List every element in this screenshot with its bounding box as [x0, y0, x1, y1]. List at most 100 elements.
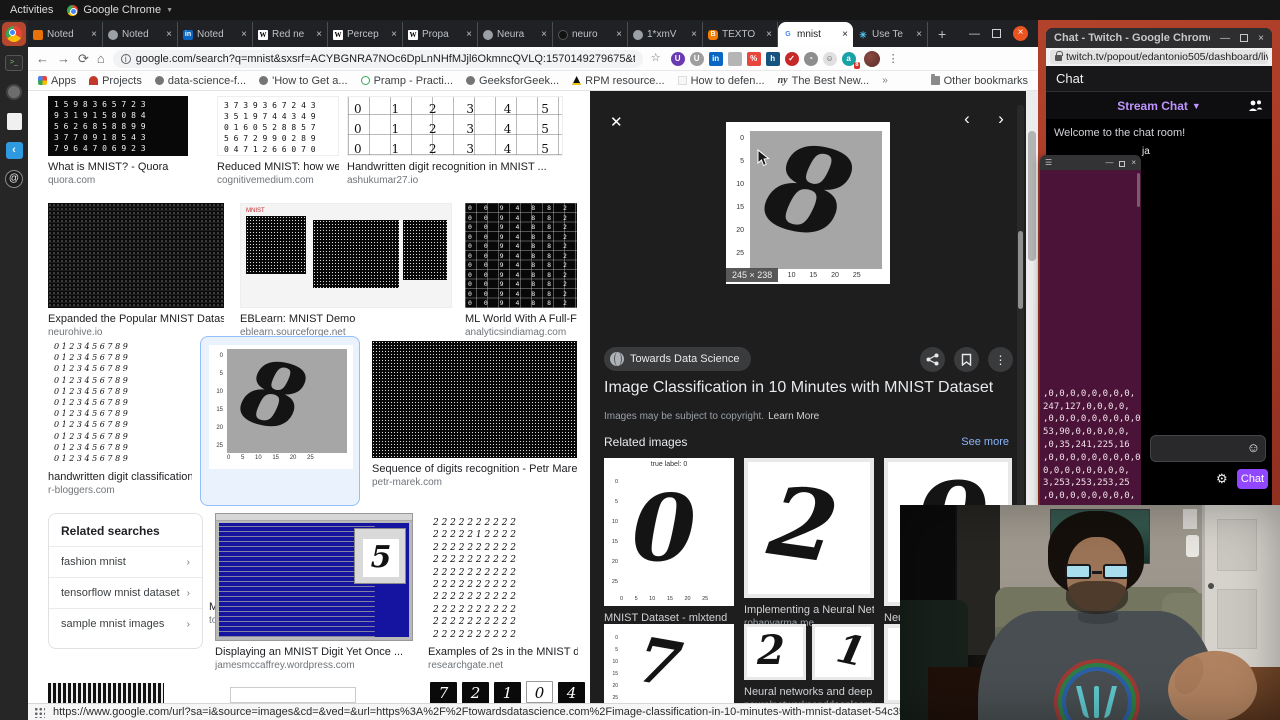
extension-icon[interactable]: %: [746, 51, 761, 66]
tab-close-icon[interactable]: ×: [466, 29, 472, 40]
bookmark-rpm[interactable]: RPM resource...: [572, 75, 665, 87]
tab-1xmv[interactable]: 1*xmV ×: [628, 22, 703, 47]
bookmark-star-icon[interactable]: ☆: [651, 53, 661, 64]
extension-icon[interactable]: U: [670, 51, 685, 66]
tab-use-te[interactable]: ✳ Use Te ×: [853, 22, 928, 47]
menu-icon[interactable]: ☰: [1045, 158, 1052, 167]
tab-close-icon[interactable]: ×: [316, 29, 322, 40]
profile-avatar[interactable]: [863, 50, 880, 67]
app-menu[interactable]: Google Chrome ▼: [67, 4, 173, 16]
maximize-button[interactable]: [992, 29, 1001, 38]
related-search-sample-images[interactable]: sample mnist images ›: [49, 609, 202, 639]
tab-neura[interactable]: Neura ×: [478, 22, 553, 47]
tab-propa[interactable]: W Propa ×: [403, 22, 478, 47]
related-search-fashion-mnist[interactable]: fashion mnist ›: [49, 547, 202, 578]
preview-image[interactable]: 0 5 10 15 20 25 8 0 5 10 15 20 25: [726, 122, 890, 284]
minimize-button[interactable]: —: [1220, 33, 1230, 44]
dock-obs-icon[interactable]: @: [2, 167, 26, 191]
dock-chrome-icon[interactable]: [2, 22, 26, 46]
tab-noted-2[interactable]: Noted ×: [103, 22, 178, 47]
page-info-icon[interactable]: i: [120, 53, 131, 64]
extension-icon[interactable]: ✓: [784, 51, 799, 66]
bookmark-how-to-defend[interactable]: How to defen...: [677, 75, 765, 87]
bookmark-data-science[interactable]: data-science-f...: [154, 75, 246, 87]
result-item[interactable]: 1 5 9 8 3 6 5 7 2 3 9 3 1 9 1 5 8 0 8 4 …: [48, 96, 188, 186]
tab-close-icon[interactable]: ×: [391, 29, 397, 40]
related-image-card[interactable]: 0 5 10 15 20 25 7: [604, 624, 734, 703]
preview-title[interactable]: Image Classification in 10 Minutes with …: [604, 379, 1009, 397]
viewers-icon[interactable]: [1248, 99, 1263, 112]
dock-terminal-icon[interactable]: >_: [2, 51, 26, 75]
source-pill[interactable]: Towards Data Science: [604, 347, 752, 371]
tab-close-icon[interactable]: ×: [691, 29, 697, 40]
twitch-address-bar[interactable]: twitch.tv/popout/edantonio505/dashboard/…: [1050, 50, 1268, 64]
selected-result-item[interactable]: 0 5 10 15 20 25 8 0 5 10 15 20 25 MNIST …: [200, 336, 360, 626]
other-bookmarks[interactable]: Other bookmarks: [930, 74, 1028, 87]
new-tab-button[interactable]: +: [928, 22, 956, 47]
dock-vscode-icon[interactable]: ‹: [2, 138, 26, 162]
see-more-link[interactable]: See more: [961, 436, 1009, 448]
more-options-button[interactable]: ⋮: [988, 347, 1013, 372]
bookmark-projects[interactable]: Projects: [89, 75, 142, 87]
result-item[interactable]: 2 2 2 2 2 2 2 2 2 2 2 2 2 2 2 1 2 2 2 2 …: [428, 515, 578, 671]
twitch-titlebar[interactable]: Chat - Twitch - Google Chrome — ×: [1046, 28, 1272, 48]
terminal-titlebar[interactable]: ☰ — ×: [1040, 155, 1141, 170]
partial-result-thumbnail[interactable]: [230, 687, 356, 703]
scrollbar-thumb[interactable]: [1018, 231, 1023, 309]
forward-icon[interactable]: →: [57, 52, 70, 65]
minimize-button[interactable]: —: [969, 28, 980, 40]
tab-noted-1[interactable]: Noted ×: [28, 22, 103, 47]
apps-grid-icon[interactable]: [34, 706, 45, 718]
extension-icon[interactable]: a8: [841, 51, 860, 69]
tab-red-ne[interactable]: W Red ne ×: [253, 22, 328, 47]
tab-texto[interactable]: B TEXTO ×: [703, 22, 778, 47]
dock-files-icon[interactable]: [2, 109, 26, 133]
result-item[interactable]: Expanded the Popular MNIST Dataset ... n…: [48, 203, 224, 338]
related-image-card[interactable]: 2 1 Neural networks and deep lear... neu…: [744, 624, 874, 703]
stream-chat-selector[interactable]: Stream Chat ▼: [1046, 92, 1272, 119]
tab-close-icon[interactable]: ×: [842, 29, 848, 40]
partial-result-thumbnail[interactable]: [48, 683, 164, 703]
tab-close-icon[interactable]: ×: [766, 29, 772, 40]
terminal-scrollbar[interactable]: [1137, 173, 1140, 207]
emote-icon[interactable]: ☺: [1247, 440, 1260, 455]
bookmark-best-new[interactable]: ny The Best New...: [778, 75, 870, 87]
scrollbar-thumb[interactable]: [1028, 131, 1036, 261]
tab-noted-3[interactable]: in Noted ×: [178, 22, 253, 47]
chrome-menu-icon[interactable]: ⋮: [888, 52, 899, 65]
extension-icon[interactable]: ◔: [803, 51, 818, 66]
dock-screenshot-icon[interactable]: [2, 80, 26, 104]
minimize-button[interactable]: —: [1105, 158, 1113, 167]
reload-icon[interactable]: ⟳: [78, 52, 89, 65]
bookmarks-overflow-icon[interactable]: »: [882, 75, 888, 86]
activities-button[interactable]: Activities: [10, 4, 53, 16]
tab-close-icon[interactable]: ×: [91, 29, 97, 40]
tab-close-icon[interactable]: ×: [616, 29, 622, 40]
tab-close-icon[interactable]: ×: [916, 29, 922, 40]
home-icon[interactable]: ⌂: [97, 52, 105, 65]
tab-close-icon[interactable]: ×: [241, 29, 247, 40]
related-image-card[interactable]: 2 Implementing a Neural Networ... rohanv…: [744, 458, 874, 629]
address-bar[interactable]: i google.com/search?q=mnist&sxsrf=ACYBGN…: [112, 49, 643, 68]
maximize-button[interactable]: [1240, 34, 1249, 42]
result-item[interactable]: Sequence of digits recognition - Petr Ma…: [372, 341, 577, 488]
result-item[interactable]: 5 Displaying an MNIST Digit Yet Once ...…: [215, 513, 413, 671]
next-image-icon[interactable]: ›: [990, 109, 1012, 131]
save-button[interactable]: [954, 347, 979, 372]
tab-mnist-active[interactable]: Gmnist ×: [778, 22, 853, 47]
related-search-tensorflow[interactable]: tensorflow mnist dataset ›: [49, 578, 202, 609]
result-item[interactable]: 0 1 2 3 4 5 6 7 8 9 0 1 2 3 4 5 6 7 8 9 …: [48, 338, 192, 496]
result-item[interactable]: MNIST EBLearn: MNIST Demo eblearn.source…: [240, 203, 452, 338]
bookmark-geeksforgeeks[interactable]: GeeksforGeek...: [466, 75, 559, 87]
extension-icon[interactable]: [727, 51, 742, 66]
back-icon[interactable]: ←: [36, 52, 49, 65]
tab-close-icon[interactable]: ×: [541, 29, 547, 40]
chat-input[interactable]: ☺: [1150, 435, 1266, 462]
close-button[interactable]: ×: [1258, 33, 1264, 44]
chat-settings-gear-icon[interactable]: ⚙: [1216, 471, 1228, 487]
maximize-button[interactable]: [1119, 161, 1126, 167]
related-image-card[interactable]: true label: 0 0 5 10 15 20 25 0 0 5 10 1…: [604, 458, 734, 637]
bookmark-how-to-get[interactable]: 'How to Get a...: [259, 75, 348, 87]
tab-close-icon[interactable]: ×: [166, 29, 172, 40]
bookmark-pramp[interactable]: Pramp - Practi...: [360, 75, 453, 87]
